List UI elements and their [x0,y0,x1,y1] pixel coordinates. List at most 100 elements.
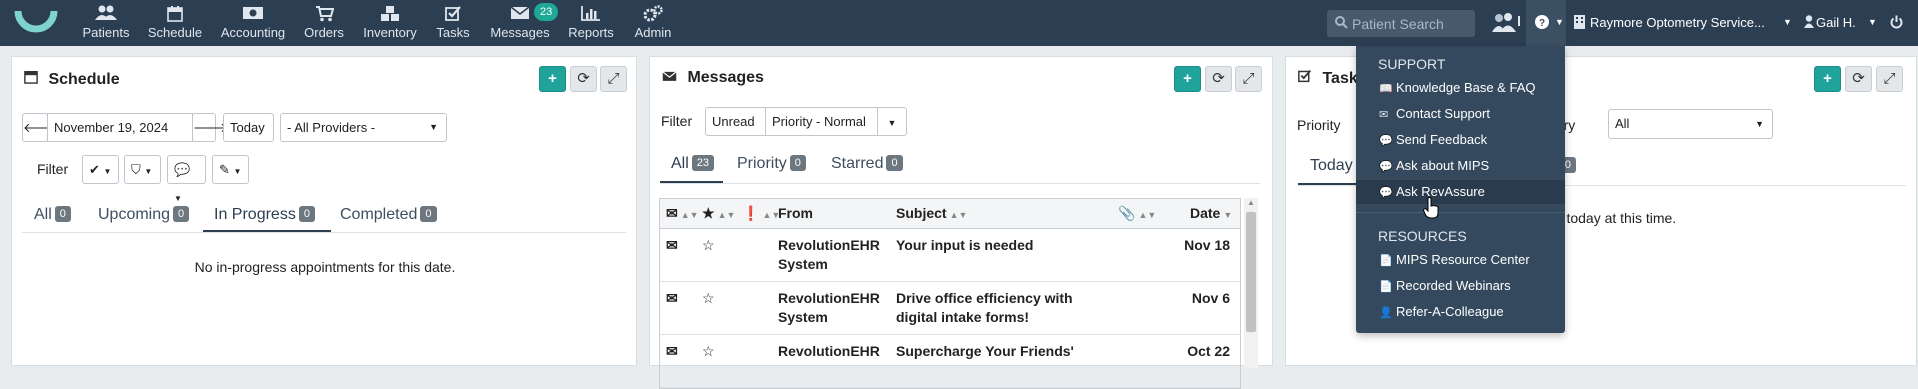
star-outline-icon[interactable]: ☆ [702,236,715,255]
star-outline-icon[interactable]: ☆ [702,342,715,361]
select-all-column[interactable]: ✉ ▲▼ [666,205,699,222]
status-filter[interactable]: ✔ ▼ [82,155,119,184]
menu-item-send-feedback[interactable]: 💬 Send Feedback [1356,128,1565,152]
refresh-button[interactable]: ⟳ [1205,66,1232,92]
nav-admin[interactable]: Admin [630,0,676,46]
menu-item-label: MIPS Resource Center [1396,252,1530,267]
today-button[interactable]: Today [223,113,274,142]
caret-down-icon: ▼ [1755,119,1764,129]
tab-label: Priority [737,155,787,172]
user-menu[interactable]: Gail H. ▼ [1802,0,1878,46]
logo[interactable] [10,3,62,43]
star-outline-icon[interactable]: ☆ [702,289,715,308]
priority-column[interactable]: ❗ ▲▼ [742,205,780,222]
star-column[interactable]: ★ ▲▼ [702,205,735,222]
empty-state-message: ue today at this time. [1547,210,1677,226]
tab-label: Today [1310,157,1353,174]
previous-day-button[interactable]: 🡐 [22,113,58,142]
refresh-button[interactable]: ⟳ [1845,66,1872,92]
money-icon [220,0,286,24]
logout-button[interactable] [1886,0,1910,46]
filter-dropdown-toggle[interactable]: ▼ [877,107,907,136]
plus-icon: + [1823,70,1832,87]
messages-scrollbar[interactable]: ▲ [1244,198,1258,368]
priority-filter-button[interactable]: Priority - Normal [765,107,878,136]
tab-all[interactable]: All 23 [671,155,715,173]
attachment-column[interactable]: 📎 ▲▼ [1118,205,1156,222]
users-icon [1492,13,1522,36]
nav-patients[interactable]: Patients [80,0,132,46]
menu-item-knowledge-base[interactable]: 📖 Knowledge Base & FAQ [1356,76,1565,100]
tab-starred[interactable]: Starred 0 [831,155,903,173]
date-field[interactable]: November 19, 2024 [47,113,193,142]
tab-in-progress[interactable]: In Progress 0 [214,206,315,224]
nav-accounting[interactable]: Accounting [220,0,286,46]
provider-select[interactable]: - All Providers - ▼ [280,113,447,142]
message-date: Oct 22 [1187,343,1230,359]
date-column-header[interactable]: Date ▼ [1190,205,1232,221]
insurance-filter[interactable]: ⛉ ▼ [124,155,161,184]
message-subject: Your input is needed [896,237,1034,253]
shield-icon: ⛉ [131,162,141,177]
add-task-button[interactable]: + [1814,66,1841,92]
tab-today[interactable]: Today [1310,157,1353,175]
scroll-up-icon[interactable]: ▲ [1247,198,1255,207]
expand-button[interactable]: ⤢ [1235,66,1262,92]
table-row[interactable]: ✉ ☆ RevolutionEHR System Drive office ef… [660,282,1240,335]
menu-item-recorded-webinars[interactable]: 📄 Recorded Webinars [1356,274,1565,298]
star-icon: ★ [702,205,715,221]
schedule-title-text: Schedule [48,71,120,88]
file-icon: 📄 [1379,255,1393,267]
add-appointment-button[interactable]: + [539,66,566,92]
menu-item-ask-mips[interactable]: 💬 Ask about MIPS [1356,154,1565,178]
patient-search-input[interactable]: Patient Search [1327,10,1475,37]
menu-item-refer-a-colleague[interactable]: 👤 Refer-A-Colleague [1356,300,1565,324]
refresh-button[interactable]: ⟳ [570,66,597,92]
checkbox-icon [432,0,474,24]
message-from: RevolutionEHR [778,343,880,359]
message-from: RevolutionEHR System [778,237,880,272]
nav-schedule[interactable]: Schedule [146,0,204,46]
new-message-button[interactable]: + [1174,66,1201,92]
subject-column-header[interactable]: Subject ▲▼ [896,205,967,221]
comments-filter[interactable]: 💬 ▼ [167,155,206,203]
menu-item-ask-revassure[interactable]: 💬 Ask RevAssure [1356,180,1565,204]
tab-completed[interactable]: Completed 0 [340,206,437,224]
location-selector[interactable]: Raymore Optometry Service... ▼ [1572,0,1792,46]
user-icon [1804,15,1814,31]
envelope-icon: ✉ [666,343,678,359]
tab-upcoming[interactable]: Upcoming 0 [98,206,190,224]
menu-item-label: Knowledge Base & FAQ [1396,80,1536,95]
nav-inventory[interactable]: Inventory [360,0,420,46]
sort-icon: ▲▼ [949,210,968,220]
expand-button[interactable]: ⤢ [600,66,627,92]
expand-icon: ⤢ [1242,70,1255,87]
nav-messages[interactable]: 23 Messages [488,0,559,46]
schedule-panel: Schedule + ⟳ ⤢ 🡐 November 19, 2024 🡒 Tod… [11,56,637,366]
nav-tasks[interactable]: Tasks [432,0,474,46]
expand-button[interactable]: ⤢ [1876,66,1903,92]
hand-cursor-icon [1423,197,1439,219]
table-row[interactable]: ✉ ☆ RevolutionEHR System Your input is n… [660,229,1240,282]
menu-item-contact-support[interactable]: ✉ Contact Support [1356,102,1565,126]
schedule-title: Schedule [24,69,120,89]
from-column-header[interactable]: From [778,205,813,221]
help-menu-button[interactable]: ? ▼ [1526,0,1566,46]
plus-icon: + [1183,70,1192,87]
tabs-divider [22,232,626,233]
sort-icon: ▲▼ [680,210,699,220]
patient-group-button[interactable] [1486,0,1526,46]
category-select[interactable]: All ▼ [1608,109,1773,139]
tabs-divider [660,183,1260,184]
next-day-button[interactable]: 🡒 [192,113,228,142]
nav-reports[interactable]: Reports [566,0,616,46]
tab-all[interactable]: All 0 [34,206,71,224]
nav-orders[interactable]: Orders [300,0,348,46]
tab-priority[interactable]: Priority 0 [737,155,806,173]
unread-filter-button[interactable]: Unread [705,107,766,136]
table-row[interactable]: ✉ ☆ RevolutionEHR Supercharge Your Frien… [660,335,1240,388]
menu-item-mips-resource-center[interactable]: 📄 MIPS Resource Center [1356,248,1565,272]
scroll-thumb[interactable] [1246,212,1256,332]
edit-filter[interactable]: ✎ ▼ [212,155,249,184]
filter-label: Filter [661,113,693,129]
